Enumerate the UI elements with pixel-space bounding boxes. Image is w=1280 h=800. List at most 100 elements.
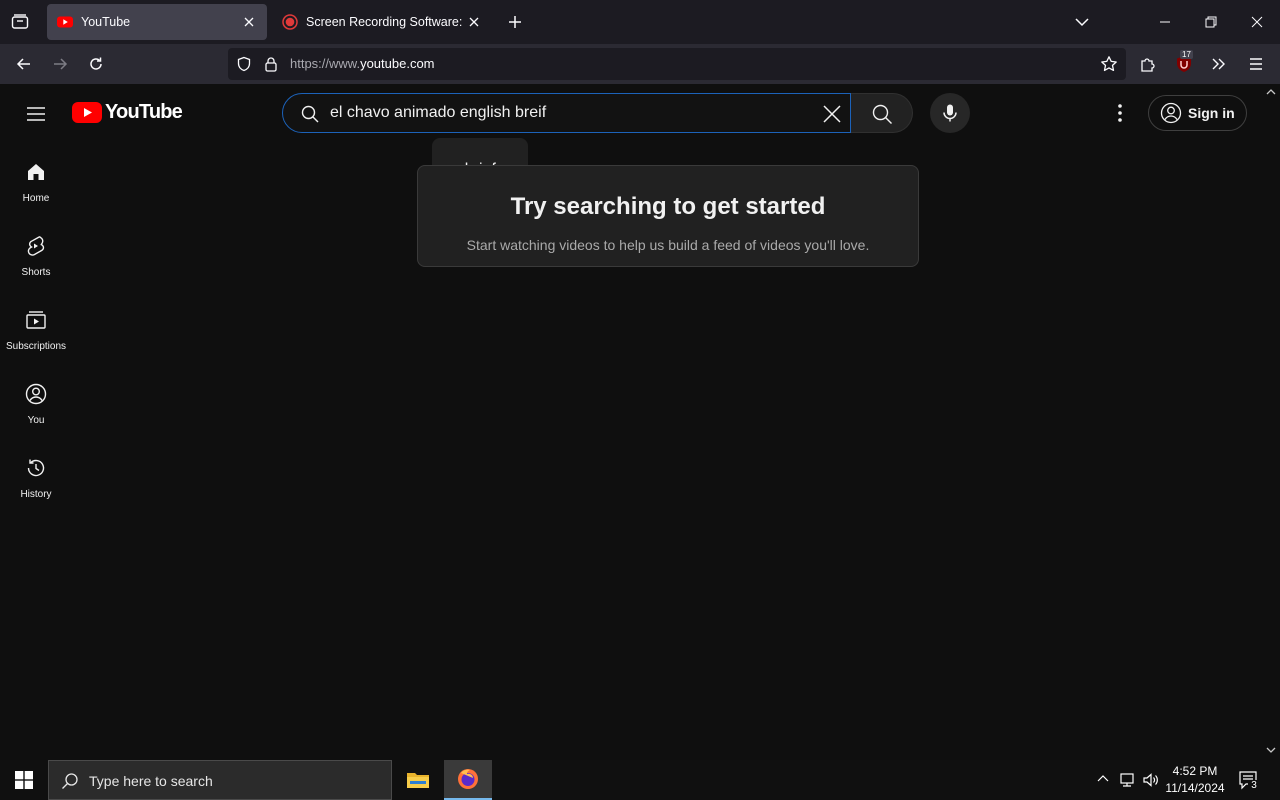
- youtube-play-logo-icon: [72, 102, 102, 123]
- chevron-up-icon: [1266, 89, 1276, 95]
- home-icon: [28, 164, 44, 180]
- address-bar[interactable]: https://www.youtube.com: [228, 48, 1126, 80]
- voice-search-button[interactable]: [930, 93, 970, 133]
- file-explorer-taskbar-button[interactable]: [394, 760, 442, 800]
- back-button[interactable]: [14, 54, 34, 74]
- list-all-tabs-button[interactable]: [1072, 12, 1092, 32]
- clock-date: 11/14/2024: [1165, 781, 1225, 795]
- overflow-menu-button[interactable]: [1209, 54, 1229, 74]
- restore-icon: [1205, 16, 1217, 28]
- shorts-icon: [27, 236, 45, 256]
- empty-feed-title: Try searching to get started: [510, 193, 826, 220]
- guide-item-subscriptions[interactable]: Subscriptions: [0, 288, 72, 362]
- url-prefix: https://www.: [290, 56, 361, 71]
- close-icon: [1251, 16, 1263, 28]
- firefox-taskbar-button[interactable]: [444, 760, 492, 800]
- close-window-button[interactable]: [1247, 12, 1267, 32]
- guide-item-label: Shorts: [21, 267, 51, 278]
- new-tab-button[interactable]: [505, 12, 525, 32]
- scrollbar-down-arrow[interactable]: [1266, 746, 1276, 754]
- folder-icon: [407, 773, 429, 788]
- empty-feed-card: Try searching to get started Start watch…: [417, 165, 919, 267]
- windows-logo-icon: [15, 771, 33, 789]
- guide-item-home[interactable]: Home: [0, 140, 72, 214]
- reload-icon: [90, 57, 102, 70]
- subscriptions-icon: [26, 311, 46, 329]
- tab-manager-icon: [11, 14, 29, 29]
- youtube-masthead: YouTube el chavo animado english breif S…: [0, 84, 1280, 140]
- url-text[interactable]: https://www.youtube.com: [290, 56, 435, 71]
- show-hidden-icons-button[interactable]: [1096, 772, 1110, 786]
- hamburger-menu-icon: [27, 107, 45, 121]
- guide-item-shorts[interactable]: Shorts: [0, 214, 72, 288]
- firefox-icon: [458, 769, 478, 789]
- bookmark-star-icon[interactable]: [1100, 55, 1118, 73]
- chevron-down-icon: [1266, 747, 1276, 753]
- settings-more-button[interactable]: [1108, 101, 1132, 125]
- guide-item-label: History: [20, 489, 52, 500]
- tab-close-icon[interactable]: [466, 14, 482, 30]
- arrow-left-icon: [16, 58, 30, 70]
- url-domain: youtube.com: [360, 56, 435, 71]
- close-icon: [823, 105, 841, 123]
- clear-search-button[interactable]: [820, 102, 844, 126]
- history-icon: [27, 459, 45, 477]
- youtube-wordmark: YouTube: [105, 101, 183, 123]
- browser-tab-strip: YouTube Screen Recording Software: captu…: [0, 0, 1280, 44]
- app-menu-button[interactable]: [1246, 54, 1266, 74]
- browser-navigation-bar: https://www.youtube.com 17: [0, 44, 1280, 84]
- empty-feed-subtitle: Start watching videos to help us build a…: [466, 237, 870, 253]
- tab-close-icon[interactable]: [241, 14, 257, 30]
- search-input[interactable]: el chavo animado english breif: [282, 93, 851, 133]
- notification-count-badge: 3: [1248, 780, 1260, 791]
- plus-icon: [509, 16, 521, 28]
- volume-tray-button[interactable]: [1142, 772, 1160, 788]
- account-circle-icon: [1160, 102, 1182, 124]
- hamburger-menu-icon: [1250, 58, 1262, 70]
- youtube-favicon-icon: [57, 16, 73, 28]
- taskbar-search-box[interactable]: Type here to search: [48, 760, 392, 800]
- clock-time: 4:52 PM: [1172, 764, 1218, 778]
- start-button[interactable]: [0, 760, 48, 800]
- search-query-text[interactable]: el chavo animado english breif: [330, 104, 546, 122]
- puzzle-icon: [1141, 58, 1155, 72]
- youtube-logo[interactable]: YouTube: [72, 101, 183, 124]
- guide-item-history[interactable]: History: [0, 436, 72, 510]
- guide-item-label: Subscriptions: [5, 341, 67, 352]
- windows-taskbar: Type here to search 4:52 PM 11/14/2024 3: [0, 760, 1280, 800]
- taskbar-search-placeholder: Type here to search: [89, 773, 213, 789]
- guide-menu-button[interactable]: [24, 102, 48, 126]
- record-favicon-icon: [282, 14, 298, 30]
- reload-button[interactable]: [86, 54, 106, 74]
- guide-item-label: You: [27, 415, 45, 426]
- network-tray-button[interactable]: [1118, 772, 1136, 788]
- chevron-up-icon: [1097, 775, 1109, 782]
- chevron-down-icon: [1075, 18, 1089, 27]
- search-button[interactable]: [851, 93, 913, 133]
- restore-button[interactable]: [1201, 12, 1221, 32]
- minimize-icon: [1160, 21, 1170, 23]
- tab-screen-recording[interactable]: Screen Recording Software: capture your …: [272, 4, 492, 40]
- sign-in-button[interactable]: Sign in: [1148, 95, 1247, 131]
- guide-item-you[interactable]: You: [0, 362, 72, 436]
- double-chevron-right-icon: [1212, 58, 1225, 70]
- tracking-protection-icon[interactable]: [236, 56, 252, 72]
- extensions-button[interactable]: [1138, 54, 1158, 74]
- tab-youtube[interactable]: YouTube: [47, 4, 267, 40]
- search-icon: [62, 773, 78, 789]
- you-icon: [25, 383, 47, 405]
- search-icon: [301, 105, 319, 123]
- forward-button[interactable]: [50, 54, 70, 74]
- speaker-icon: [1143, 773, 1158, 787]
- extension-badge-count: 17: [1180, 50, 1193, 59]
- lock-icon[interactable]: [264, 56, 278, 72]
- taskbar-clock[interactable]: 4:52 PM 11/14/2024: [1160, 763, 1230, 797]
- tab-manager-button[interactable]: [8, 11, 32, 33]
- network-icon: [1120, 773, 1134, 787]
- scrollbar-up-arrow[interactable]: [1266, 88, 1276, 96]
- arrow-right-icon: [54, 58, 68, 70]
- minimize-button[interactable]: [1155, 12, 1175, 32]
- tab-title: YouTube: [81, 15, 131, 29]
- microphone-icon: [943, 104, 957, 122]
- tab-title: Screen Recording Software: capture your …: [306, 15, 466, 29]
